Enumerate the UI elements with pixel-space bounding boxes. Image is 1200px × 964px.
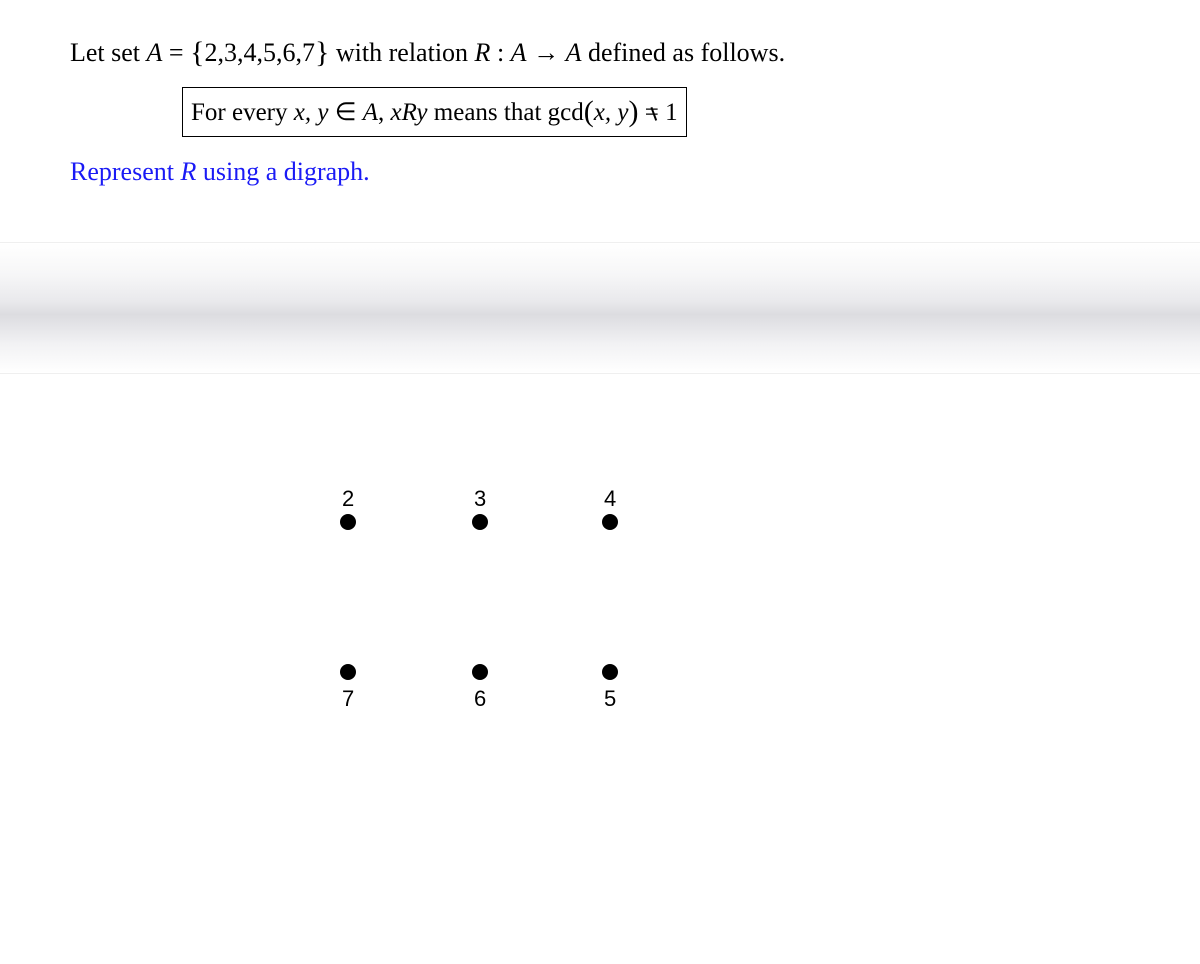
node-label-2: 2 — [342, 486, 354, 512]
prompt-suffix: using a digraph. — [203, 157, 370, 186]
prompt-line: Represent R using a digraph. — [70, 157, 1130, 187]
section-separator — [0, 242, 1200, 374]
codomain-A: A — [566, 38, 582, 67]
prompt-R: R — [180, 157, 196, 186]
not-equal-sign: = — [645, 99, 659, 127]
open-brace: { — [190, 36, 204, 69]
text-with-relation: with relation — [336, 38, 475, 67]
vars-xy: x, y — [294, 99, 329, 126]
node-label-4: 4 — [604, 486, 616, 512]
set-members: 2,3,4,5,6,7 — [205, 38, 316, 67]
text-defined-as: defined as follows. — [588, 38, 785, 67]
relation-definition-box: For every x, y ∈ A, xRy means that gcd(x… — [182, 87, 687, 137]
text-let-set: Let set — [70, 38, 147, 67]
value-one: 1 — [665, 99, 678, 126]
text-means-that: means that — [434, 99, 548, 126]
gcd-args: x, y — [594, 99, 629, 126]
close-paren: ) — [628, 95, 638, 128]
digraph-area: 2 3 4 7 6 5 — [0, 374, 1200, 754]
equals-sign: = — [169, 38, 184, 67]
node-3 — [472, 514, 488, 530]
xRy: xRy — [391, 99, 428, 126]
element-of-symbol: ∈ — [335, 99, 363, 126]
node-label-5: 5 — [604, 686, 616, 712]
relation-R: R — [475, 38, 491, 67]
set-A-in-box: A — [363, 99, 378, 126]
node-2 — [340, 514, 356, 530]
colon: : — [497, 38, 511, 67]
arrow-icon: → — [533, 38, 566, 67]
close-brace: } — [315, 36, 329, 69]
node-7 — [340, 664, 356, 680]
text-for-every: For every — [191, 99, 294, 126]
node-6 — [472, 664, 488, 680]
node-4 — [602, 514, 618, 530]
node-label-3: 3 — [474, 486, 486, 512]
page: Let set A = {2,3,4,5,6,7} with relation … — [0, 0, 1200, 754]
question-block: Let set A = {2,3,4,5,6,7} with relation … — [0, 0, 1200, 212]
node-5 — [602, 664, 618, 680]
node-label-6: 6 — [474, 686, 486, 712]
domain-A: A — [511, 38, 527, 67]
comma: , — [378, 99, 391, 126]
open-paren: ( — [584, 95, 594, 128]
set-variable-A: A — [147, 38, 163, 67]
problem-line-1: Let set A = {2,3,4,5,6,7} with relation … — [70, 35, 1130, 69]
prompt-represent: Represent — [70, 157, 180, 186]
node-label-7: 7 — [342, 686, 354, 712]
gcd-function: gcd — [548, 99, 584, 126]
